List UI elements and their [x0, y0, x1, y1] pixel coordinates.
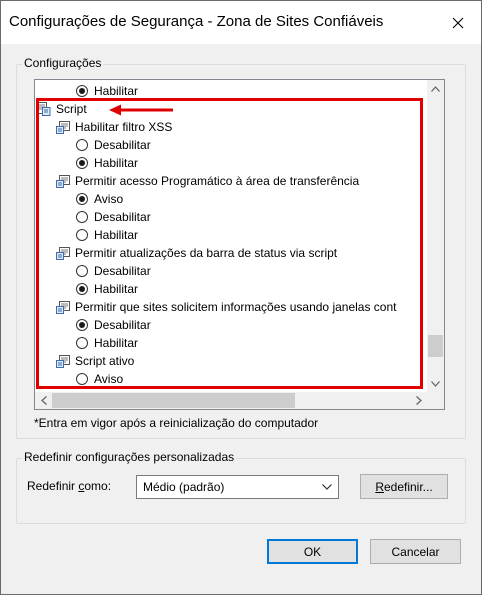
cancel-button-label: Cancelar: [391, 544, 440, 559]
settings-item-label: Permitir atualizações da barra de status…: [75, 246, 338, 260]
radio-option[interactable]: Aviso: [76, 370, 123, 388]
chevron-down-icon: [322, 484, 332, 490]
window-title: Configurações de Segurança - Zona de Sit…: [9, 13, 384, 30]
settings-item-label: Desabilitar: [94, 264, 151, 278]
setting-icon: [56, 175, 70, 188]
settings-item-label: Desabilitar: [94, 210, 151, 224]
settings-item-label: Habilitar: [94, 84, 139, 98]
horizontal-scrollbar[interactable]: [35, 392, 427, 409]
security-settings-dialog: Configurações de Segurança - Zona de Sit…: [0, 0, 482, 595]
radio-option[interactable]: Habilitar: [76, 82, 138, 100]
settings-item-label: Aviso: [94, 192, 124, 206]
settings-item: Permitir que sites solicitem informações…: [56, 298, 396, 316]
reset-button-label: edefinir...: [383, 479, 433, 494]
radio-button-checked[interactable]: [76, 193, 88, 205]
scroll-right-arrow[interactable]: [410, 392, 427, 409]
chevron-down-icon: [431, 380, 440, 387]
radio-option[interactable]: Desabilitar: [76, 262, 151, 280]
settings-item-label: Script ativo: [75, 354, 135, 368]
chevron-right-icon: [415, 396, 422, 405]
reset-to-label: Redefinir como:: [27, 479, 111, 493]
restart-footnote: *Entra em vigor após a reinicialização d…: [34, 416, 319, 430]
settings-item-label: Aviso: [94, 372, 124, 386]
radio-button-checked[interactable]: [76, 319, 88, 331]
setting-icon: [56, 301, 70, 314]
radio-option[interactable]: Desabilitar: [76, 208, 151, 226]
settings-item-label: Habilitar: [94, 336, 139, 350]
reset-button-accesskey: R: [375, 479, 384, 494]
title-bar: Configurações de Segurança - Zona de Sit…: [1, 1, 481, 44]
setting-icon: [56, 121, 70, 134]
reset-to-label-prefix: Redefinir: [27, 479, 79, 493]
ok-button-label: OK: [303, 544, 322, 559]
radio-button-checked[interactable]: [76, 157, 88, 169]
settings-item: Permitir atualizações da barra de status…: [56, 244, 337, 262]
radio-option[interactable]: Habilitar: [76, 154, 138, 172]
radio-button[interactable]: [76, 373, 88, 385]
reset-to-label-suffix: omo:: [84, 479, 112, 493]
settings-item-label: Desabilitar: [94, 138, 151, 152]
reset-button[interactable]: Redefinir...: [360, 474, 448, 499]
annotation-arrow-icon: [109, 104, 173, 116]
scroll-left-arrow[interactable]: [35, 392, 52, 409]
cancel-button[interactable]: Cancelar: [370, 539, 461, 564]
scrollbar-corner: [427, 392, 444, 409]
close-icon: [452, 17, 464, 28]
settings-category: Script: [37, 100, 87, 118]
settings-item: Permitir acesso Programático à área de t…: [56, 172, 359, 190]
radio-button[interactable]: [76, 211, 88, 223]
settings-item-label: Permitir acesso Programático à área de t…: [75, 174, 360, 188]
settings-item: Script ativo: [56, 352, 134, 370]
radio-option[interactable]: Habilitar: [76, 280, 138, 298]
radio-button-checked[interactable]: [76, 85, 88, 97]
reset-group-legend: Redefinir configurações personalizadas: [22, 450, 237, 464]
script-settings-icon: [37, 102, 51, 116]
close-button[interactable]: [435, 1, 481, 44]
settings-list[interactable]: Aviso Script ativo Habilitar Desabilitar Per…: [34, 79, 445, 410]
settings-item-label: Permitir que sites solicitem informações…: [75, 300, 397, 314]
radio-button-checked[interactable]: [76, 283, 88, 295]
scroll-down-arrow[interactable]: [427, 375, 444, 392]
radio-option[interactable]: Habilitar: [76, 226, 138, 244]
settings-item-label: Habilitar filtro XSS: [75, 120, 173, 134]
radio-button[interactable]: [76, 337, 88, 349]
settings-item-label: Desabilitar: [94, 318, 151, 332]
ok-button[interactable]: OK: [267, 539, 358, 564]
settings-item-label: Script: [56, 102, 87, 116]
chevron-left-icon: [40, 396, 47, 405]
setting-icon: [56, 355, 70, 368]
settings-item: Habilitar filtro XSS: [56, 118, 172, 136]
vertical-scrollbar[interactable]: [427, 80, 444, 392]
radio-option[interactable]: Habilitar: [76, 334, 138, 352]
radio-option[interactable]: Desabilitar: [76, 136, 151, 154]
settings-group-legend: Configurações: [22, 56, 104, 70]
settings-item-label: Habilitar: [94, 282, 139, 296]
horizontal-scroll-thumb[interactable]: [52, 393, 295, 408]
chevron-up-icon: [431, 85, 440, 92]
settings-item-label: Habilitar: [94, 228, 139, 242]
radio-button[interactable]: [76, 265, 88, 277]
radio-option[interactable]: Desabilitar: [76, 316, 151, 334]
settings-item-label: Habilitar: [94, 156, 139, 170]
radio-button[interactable]: [76, 229, 88, 241]
vertical-scroll-thumb[interactable]: [428, 335, 443, 357]
radio-button[interactable]: [76, 139, 88, 151]
scroll-up-arrow[interactable]: [427, 80, 444, 97]
reset-level-value: Médio (padrão): [143, 480, 225, 494]
setting-icon: [56, 247, 70, 260]
radio-option[interactable]: Aviso: [76, 190, 123, 208]
reset-level-select[interactable]: Médio (padrão): [136, 475, 339, 499]
